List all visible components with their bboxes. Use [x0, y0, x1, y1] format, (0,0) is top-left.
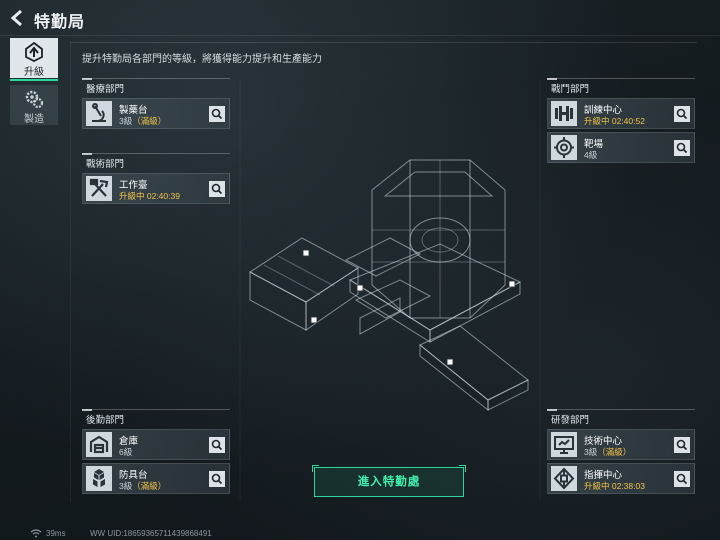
facility-training-center[interactable]: 訓練中心 升級中 02:40:52	[547, 98, 695, 129]
facility-warehouse[interactable]: 倉庫 6級	[82, 429, 230, 460]
tab-upgrade-label: 升級	[24, 67, 44, 78]
search-icon[interactable]	[674, 437, 690, 453]
target-icon	[551, 135, 577, 160]
section-title: 戰鬥部門	[547, 78, 695, 95]
header: 特勤局	[0, 0, 720, 36]
page-title: 特勤局	[34, 14, 86, 31]
section-logistics: 後勤部門 倉庫 6級 防具台 3級（滿級）	[82, 409, 230, 494]
chip-icon	[551, 466, 577, 491]
status-footer: 39ms WW UID:18659365711439868491	[0, 528, 720, 540]
search-icon[interactable]	[674, 140, 690, 156]
search-icon[interactable]	[209, 437, 225, 453]
section-combat: 戰鬥部門 訓練中心 升級中 02:40:52 靶場 4級	[547, 78, 695, 163]
search-icon[interactable]	[674, 106, 690, 122]
section-title: 戰術部門	[82, 153, 230, 170]
section-title: 醫療部門	[82, 78, 230, 95]
facility-armor-table[interactable]: 防具台 3級（滿級）	[82, 463, 230, 494]
boxes-icon	[86, 466, 112, 491]
facility-upgrade-timer: 升級中 02:40:52	[584, 116, 645, 126]
dumbbell-icon	[551, 101, 577, 126]
frame-line	[70, 42, 697, 43]
gears-icon	[25, 90, 44, 109]
facility-level: 3級（滿級）	[584, 447, 632, 457]
tools-icon	[86, 176, 112, 201]
section-medical: 醫療部門 製藥台 3級（滿級）	[82, 78, 230, 129]
tab-upgrade[interactable]: 升級	[10, 38, 58, 81]
search-icon[interactable]	[674, 471, 690, 487]
page-description: 提升特勤局各部門的等級，將獲得能力提升和生產能力	[82, 54, 322, 65]
tab-craft[interactable]: 製造	[10, 85, 58, 125]
facility-upgrade-timer: 升級中 02:40:39	[119, 191, 180, 201]
facility-pharmacy-table[interactable]: 製藥台 3級（滿級）	[82, 98, 230, 129]
facility-command-center[interactable]: 指揮中心 升級中 02:38:03	[547, 463, 695, 494]
monitor-icon	[551, 432, 577, 457]
user-uid: WW UID:18659365711439868491	[90, 529, 212, 538]
facility-level: 3級（滿級）	[119, 116, 167, 126]
header-divider	[0, 35, 720, 36]
section-title: 研發部門	[547, 409, 695, 426]
frame-line	[70, 42, 71, 502]
section-tactical: 戰術部門 工作臺 升級中 02:40:39	[82, 153, 230, 204]
wifi-icon	[30, 529, 42, 538]
facility-name: 指揮中心	[584, 470, 623, 481]
facility-workbench[interactable]: 工作臺 升級中 02:40:39	[82, 173, 230, 204]
section-research: 研發部門 技術中心 3級（滿級） 指揮中心 升級中 02:38:03	[547, 409, 695, 494]
upgrade-icon	[25, 42, 43, 62]
facility-upgrade-timer: 升級中 02:38:03	[584, 481, 645, 491]
enter-special-ops-button[interactable]: 進入特勤處	[312, 465, 466, 497]
facility-name: 訓練中心	[584, 105, 623, 116]
facility-tech-center[interactable]: 技術中心 3級（滿級）	[547, 429, 695, 460]
section-title: 後勤部門	[82, 409, 230, 426]
search-icon[interactable]	[209, 181, 225, 197]
facility-name: 防具台	[119, 470, 148, 481]
facility-name: 工作臺	[119, 180, 148, 191]
microscope-icon	[86, 101, 112, 126]
back-arrow-icon[interactable]	[8, 8, 26, 28]
facility-name: 靶場	[584, 139, 604, 150]
facility-level: 3級（滿級）	[119, 481, 167, 491]
tab-craft-label: 製造	[24, 114, 44, 125]
facility-name: 倉庫	[119, 436, 139, 447]
facility-level: 6級	[119, 447, 133, 457]
search-icon[interactable]	[209, 106, 225, 122]
facility-level: 4級	[584, 150, 598, 160]
warehouse-icon	[86, 432, 112, 457]
facility-shooting-range[interactable]: 靶場 4級	[547, 132, 695, 163]
facility-name: 技術中心	[584, 436, 623, 447]
search-icon[interactable]	[209, 471, 225, 487]
ping-readout: 39ms	[46, 529, 66, 538]
facility-name: 製藥台	[119, 105, 148, 116]
